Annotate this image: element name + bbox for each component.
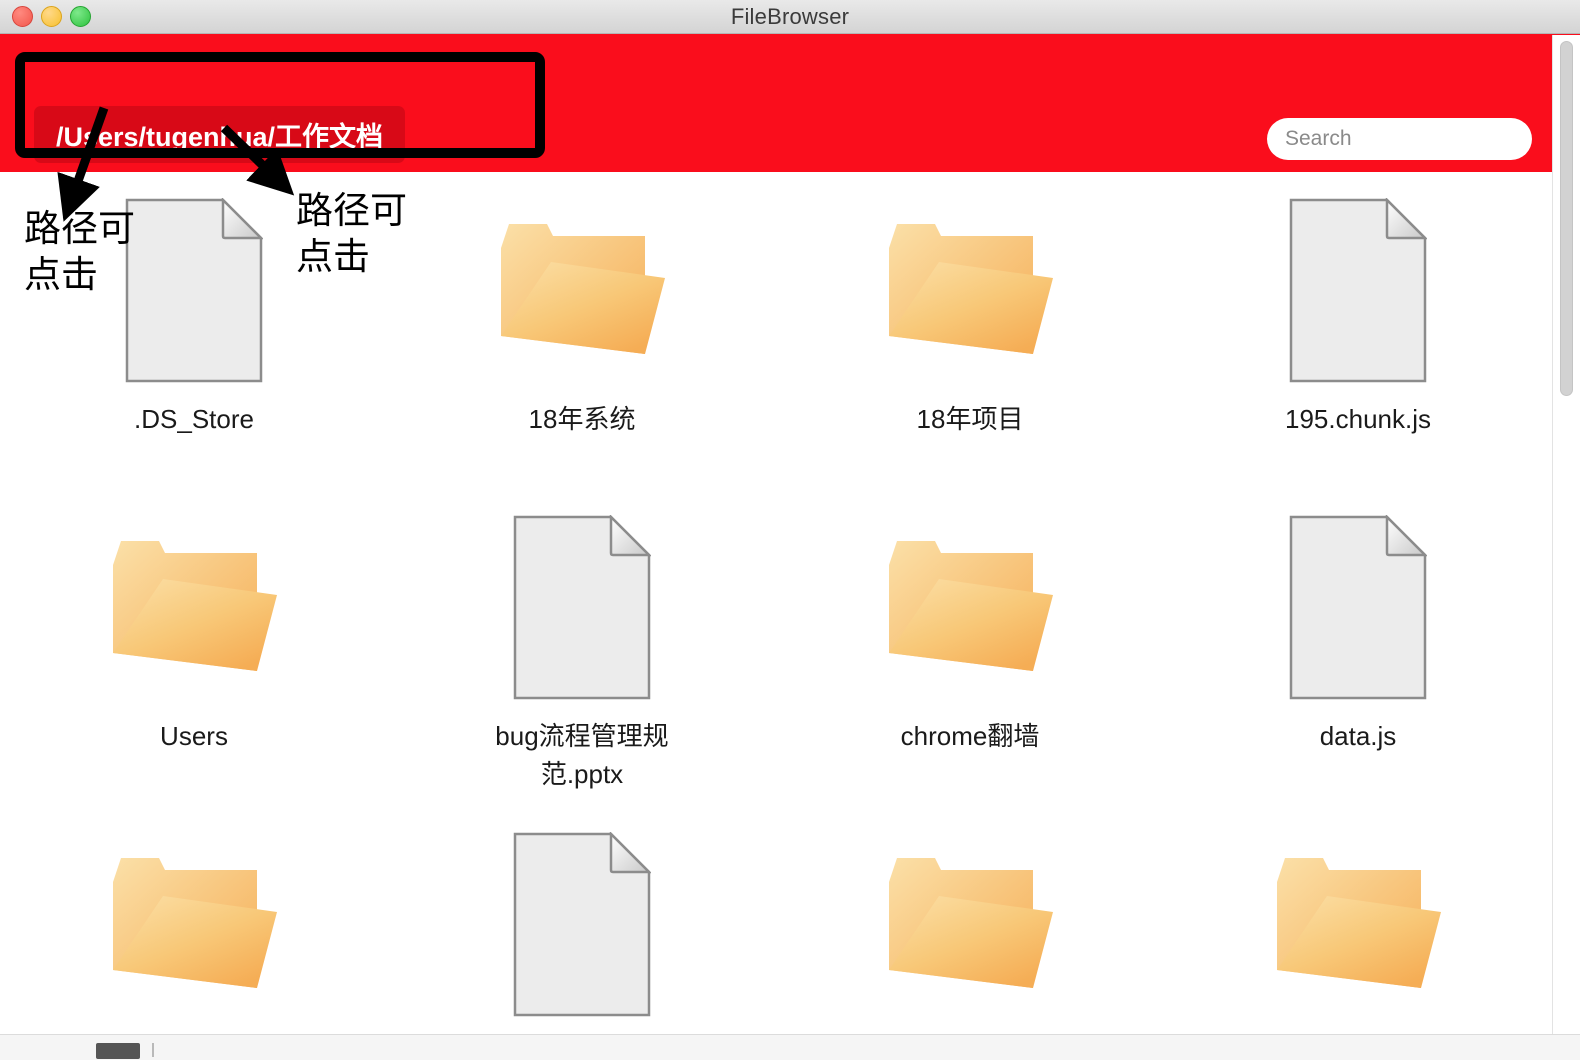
folder-item[interactable]: Users [0,507,388,824]
item-label: .DS_Store [134,404,254,434]
folder-icon-wrap [107,824,282,1024]
breadcrumb-path[interactable]: /Users/tugenhua/工作文档 [34,106,406,163]
file-item[interactable]: 195.chunk.js [1164,190,1552,507]
search-input[interactable] [1267,118,1532,160]
folder-icon [500,223,665,354]
folder-icon-wrap [495,190,670,390]
file-icon [1289,514,1427,699]
folder-icon [112,540,277,671]
folder-item[interactable]: chrome翻墙 [776,507,1164,824]
folder-icon-wrap [883,824,1058,1024]
file-icon-wrap [513,824,651,1024]
file-icon [1289,197,1427,382]
folder-icon-wrap [883,507,1058,707]
file-icon-wrap [1289,507,1427,707]
folder-icon [112,857,277,988]
folder-item[interactable]: 18年系统 [388,190,776,507]
toolbar: /Users/tugenhua/工作文档 [0,34,1580,172]
file-grid-area: .DS_Store 18年系统 18年项目 195.chunk.js Users… [0,172,1552,1035]
file-item[interactable] [388,824,776,1035]
folder-icon-wrap [1271,824,1446,1024]
item-label: 18年项目 [916,404,1024,434]
status-bar-divider [152,1043,154,1057]
item-label: chrome翻墙 [900,721,1040,751]
window-title: FileBrowser [730,4,850,29]
file-icon-wrap [513,507,651,707]
file-icon [125,197,263,382]
title-bar: FileBrowser [0,0,1580,34]
file-icon [513,831,651,1016]
folder-item[interactable] [0,824,388,1035]
status-bar-indicator [96,1043,140,1059]
folder-icon-wrap [107,507,282,707]
item-label: bug流程管理规范.pptx [495,721,669,789]
file-icon [513,514,651,699]
folder-icon [1276,857,1441,988]
folder-icon [888,223,1053,354]
folder-icon-wrap [883,190,1058,390]
item-label: 18年系统 [528,404,636,434]
file-grid: .DS_Store 18年系统 18年项目 195.chunk.js Users… [0,172,1552,1035]
file-browser-window: FileBrowser /Users/tugenhua/工作文档 .DS_Sto… [0,0,1580,1060]
file-icon-wrap [125,190,263,390]
folder-icon [888,540,1053,671]
folder-item[interactable] [1164,824,1552,1035]
item-label: data.js [1319,721,1397,751]
file-item[interactable]: .DS_Store [0,190,388,507]
folder-item[interactable]: 18年项目 [776,190,1164,507]
item-label: 195.chunk.js [1285,404,1431,434]
file-item[interactable]: data.js [1164,507,1552,824]
vertical-scrollbar-thumb[interactable] [1560,41,1573,396]
vertical-scrollbar[interactable] [1552,35,1580,1035]
file-icon-wrap [1289,190,1427,390]
folder-item[interactable] [776,824,1164,1035]
item-label: Users [160,721,228,751]
file-item[interactable]: bug流程管理规范.pptx [388,507,776,824]
folder-icon [888,857,1053,988]
status-bar [0,1034,1580,1060]
